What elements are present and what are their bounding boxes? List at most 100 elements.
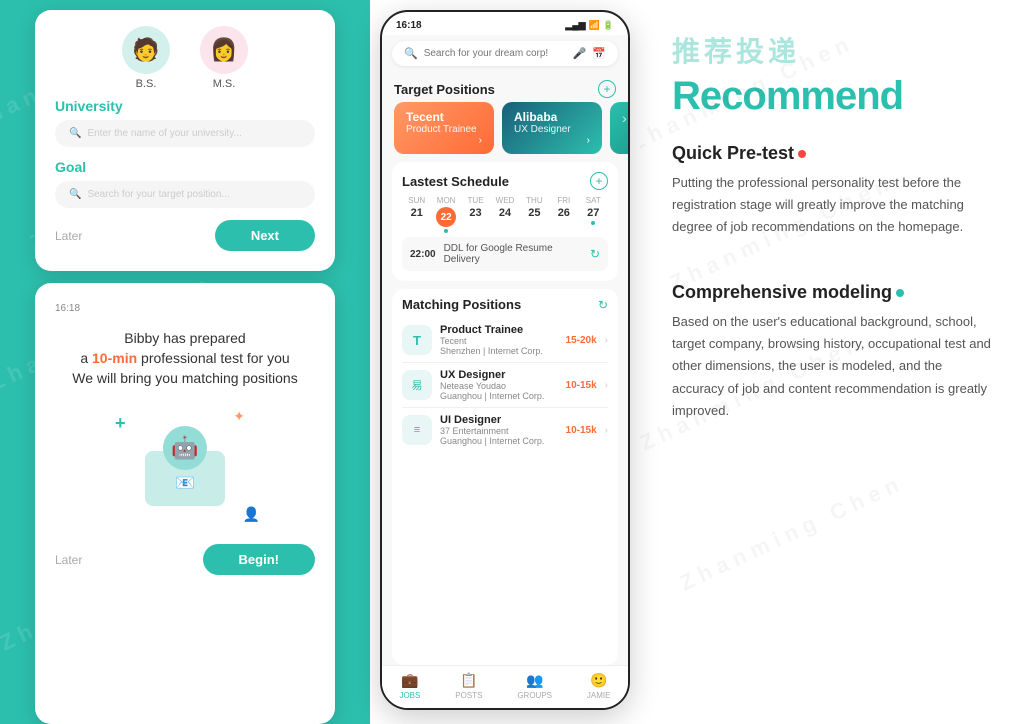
- nav-jobs-label: JOBS: [399, 691, 420, 700]
- tencent-company: Tecent: [406, 110, 482, 124]
- right-wm-4: Zhanming Chen: [676, 470, 908, 597]
- nav-posts[interactable]: 📋 POSTS: [455, 672, 482, 700]
- battery-icon: 🔋: [603, 20, 614, 31]
- ddl-time: 22:00: [410, 249, 436, 260]
- cal-day-sat: SAT 27: [579, 196, 608, 233]
- nav-groups-label: GROUPS: [517, 691, 552, 700]
- deco-person: 👤: [243, 506, 260, 523]
- job-icon-letter-1: T: [413, 333, 421, 348]
- sat-dot: [591, 221, 595, 225]
- refresh-icon[interactable]: ↻: [590, 247, 600, 261]
- job-location-2: Guanghou | Internet Corp.: [440, 391, 558, 401]
- job-item-1[interactable]: T Product Trainee Tecent Shenzhen | Inte…: [402, 318, 608, 363]
- tencent-role: Product Trainee: [406, 124, 482, 135]
- recommend-title: Recommend: [672, 74, 992, 119]
- position-alibaba[interactable]: Alibaba UX Designer ›: [502, 102, 602, 154]
- later-button-bottom[interactable]: Later: [55, 553, 82, 567]
- avatar-bs: 🧑 B.S.: [122, 26, 170, 90]
- next-button[interactable]: Next: [215, 220, 315, 251]
- dot-red-1: [798, 150, 806, 158]
- alibaba-role: UX Designer: [514, 124, 590, 135]
- mon-dot: [444, 229, 448, 233]
- phone-mockup: 16:18 ▂▄▆ 📶 🔋 🔍 🎤 📅 Target Positions +: [380, 10, 630, 710]
- avatar-bs-label: B.S.: [136, 78, 157, 90]
- matching-refresh-icon[interactable]: ↻: [598, 298, 608, 312]
- feature-quicktest-desc: Putting the professional personality tes…: [672, 172, 992, 238]
- add-schedule-button[interactable]: +: [590, 172, 608, 190]
- add-position-button[interactable]: +: [598, 80, 616, 98]
- pretest-line3: We will bring you matching positions: [55, 370, 315, 386]
- job-title-3: UI Designer: [440, 414, 558, 426]
- goal-label: Goal: [55, 159, 315, 175]
- job-icon-1: T: [402, 325, 432, 355]
- phone-content: 🔍 🎤 📅 Target Positions + Tecent Product …: [382, 35, 628, 708]
- job-icon-2: 易: [402, 370, 432, 400]
- phone-time: 16:18: [396, 20, 422, 31]
- goal-input[interactable]: 🔍 Search for your target position...: [55, 181, 315, 208]
- goal-placeholder: Search for your target position...: [87, 189, 229, 200]
- search-bar[interactable]: 🔍 🎤 📅: [392, 41, 618, 66]
- cal-day-wed: WED 24: [490, 196, 519, 233]
- job-item-3[interactable]: ≡ UI Designer 37 Entertainment Guanghou …: [402, 408, 608, 452]
- pretest-line1: Bibby has prepared: [55, 330, 315, 346]
- begin-button[interactable]: Begin!: [203, 544, 315, 575]
- feature-modeling-title: Comprehensive modeling: [672, 282, 992, 303]
- university-section: University 🔍 Enter the name of your univ…: [55, 98, 315, 147]
- job-location-3: Guanghou | Internet Corp.: [440, 436, 558, 446]
- top-form-card: 🧑 B.S. 👩 M.S. University 🔍 Enter the nam…: [35, 10, 335, 271]
- search-icon-phone: 🔍: [404, 47, 418, 60]
- feature-modeling-desc: Based on the user's educational backgrou…: [672, 311, 992, 421]
- position-extra[interactable]: ›: [610, 102, 628, 154]
- time-badge-bottom: 16:18: [55, 303, 315, 314]
- avatars-row: 🧑 B.S. 👩 M.S.: [55, 26, 315, 90]
- bottom-nav: 💼 JOBS 📋 POSTS 👥 GROUPS 🙂 JAMIE: [382, 665, 628, 708]
- avatar-ms: 👩 M.S.: [200, 26, 248, 90]
- search-input-phone[interactable]: [424, 48, 567, 59]
- job-item-2[interactable]: 易 UX Designer Netease Youdao Guanghou | …: [402, 363, 608, 408]
- groups-icon: 👥: [526, 672, 543, 689]
- matching-title: Matching Positions: [402, 297, 521, 312]
- middle-panel: 16:18 ▂▄▆ 📶 🔋 🔍 🎤 📅 Target Positions +: [370, 0, 640, 724]
- jobs-icon: 💼: [401, 672, 418, 689]
- dot-teal-1: [896, 289, 904, 297]
- deco-star-right: ✦: [233, 408, 245, 425]
- cal-day-thu: THU 25: [520, 196, 549, 233]
- nav-posts-label: POSTS: [455, 691, 482, 700]
- nav-jobs[interactable]: 💼 JOBS: [399, 672, 420, 700]
- university-input[interactable]: 🔍 Enter the name of your university...: [55, 120, 315, 147]
- positions-scroll[interactable]: Tecent Product Trainee › Alibaba UX Desi…: [382, 102, 628, 162]
- job-title-1: Product Trainee: [440, 324, 558, 336]
- ddl-item: 22:00 DDL for Google Resume Delivery ↻: [402, 237, 608, 271]
- search-icons-right: 🎤 📅: [573, 47, 606, 60]
- job-salary-2: 10-15k: [566, 380, 597, 391]
- calendar-row: SUN 21 MON 22 TUE 23 WED 24: [402, 196, 608, 233]
- left-panel: Zhanming Chen Zhanming Chen Zhanming Che…: [0, 0, 370, 724]
- status-icons: ▂▄▆ 📶 🔋: [565, 20, 614, 31]
- bottom-form-card: 16:18 Bibby has prepared a 10-min profes…: [35, 283, 335, 724]
- cal-day-sun: SUN 21: [402, 196, 431, 233]
- job-salary-3: 10-15k: [566, 425, 597, 436]
- target-positions-header: Target Positions +: [382, 72, 628, 102]
- job-icon-3: ≡: [402, 415, 432, 445]
- feature-quicktest: Quick Pre-test Putting the professional …: [672, 143, 992, 262]
- status-bar: 16:18 ▂▄▆ 📶 🔋: [382, 12, 628, 35]
- posts-icon: 📋: [460, 672, 477, 689]
- nav-groups[interactable]: 👥 GROUPS: [517, 672, 552, 700]
- position-tencent[interactable]: Tecent Product Trainee ›: [394, 102, 494, 154]
- signal-icon: ▂▄▆: [565, 20, 585, 31]
- highlight-time: 10-min: [92, 350, 137, 366]
- alibaba-arrow: ›: [514, 135, 590, 146]
- later-button-top[interactable]: Later: [55, 229, 82, 243]
- schedule-section: Lastest Schedule + SUN 21 MON 22 TUE: [392, 162, 618, 281]
- nav-jamie[interactable]: 🙂 JAMIE: [587, 672, 611, 700]
- feature-quicktest-title: Quick Pre-test: [672, 143, 992, 164]
- alibaba-company: Alibaba: [514, 110, 590, 124]
- job-company-1: Tecent: [440, 336, 558, 346]
- illustration-area: + ✦ 👤 🤖 📧: [55, 408, 315, 528]
- mic-icon[interactable]: 🎤: [573, 47, 587, 60]
- calendar-icon[interactable]: 📅: [592, 47, 606, 60]
- feature-modeling: Comprehensive modeling Based on the user…: [672, 282, 992, 445]
- search-icon-university: 🔍: [69, 128, 81, 139]
- pretest-line2: a 10-min professional test for you: [55, 350, 315, 366]
- cal-day-mon: MON 22: [431, 196, 460, 233]
